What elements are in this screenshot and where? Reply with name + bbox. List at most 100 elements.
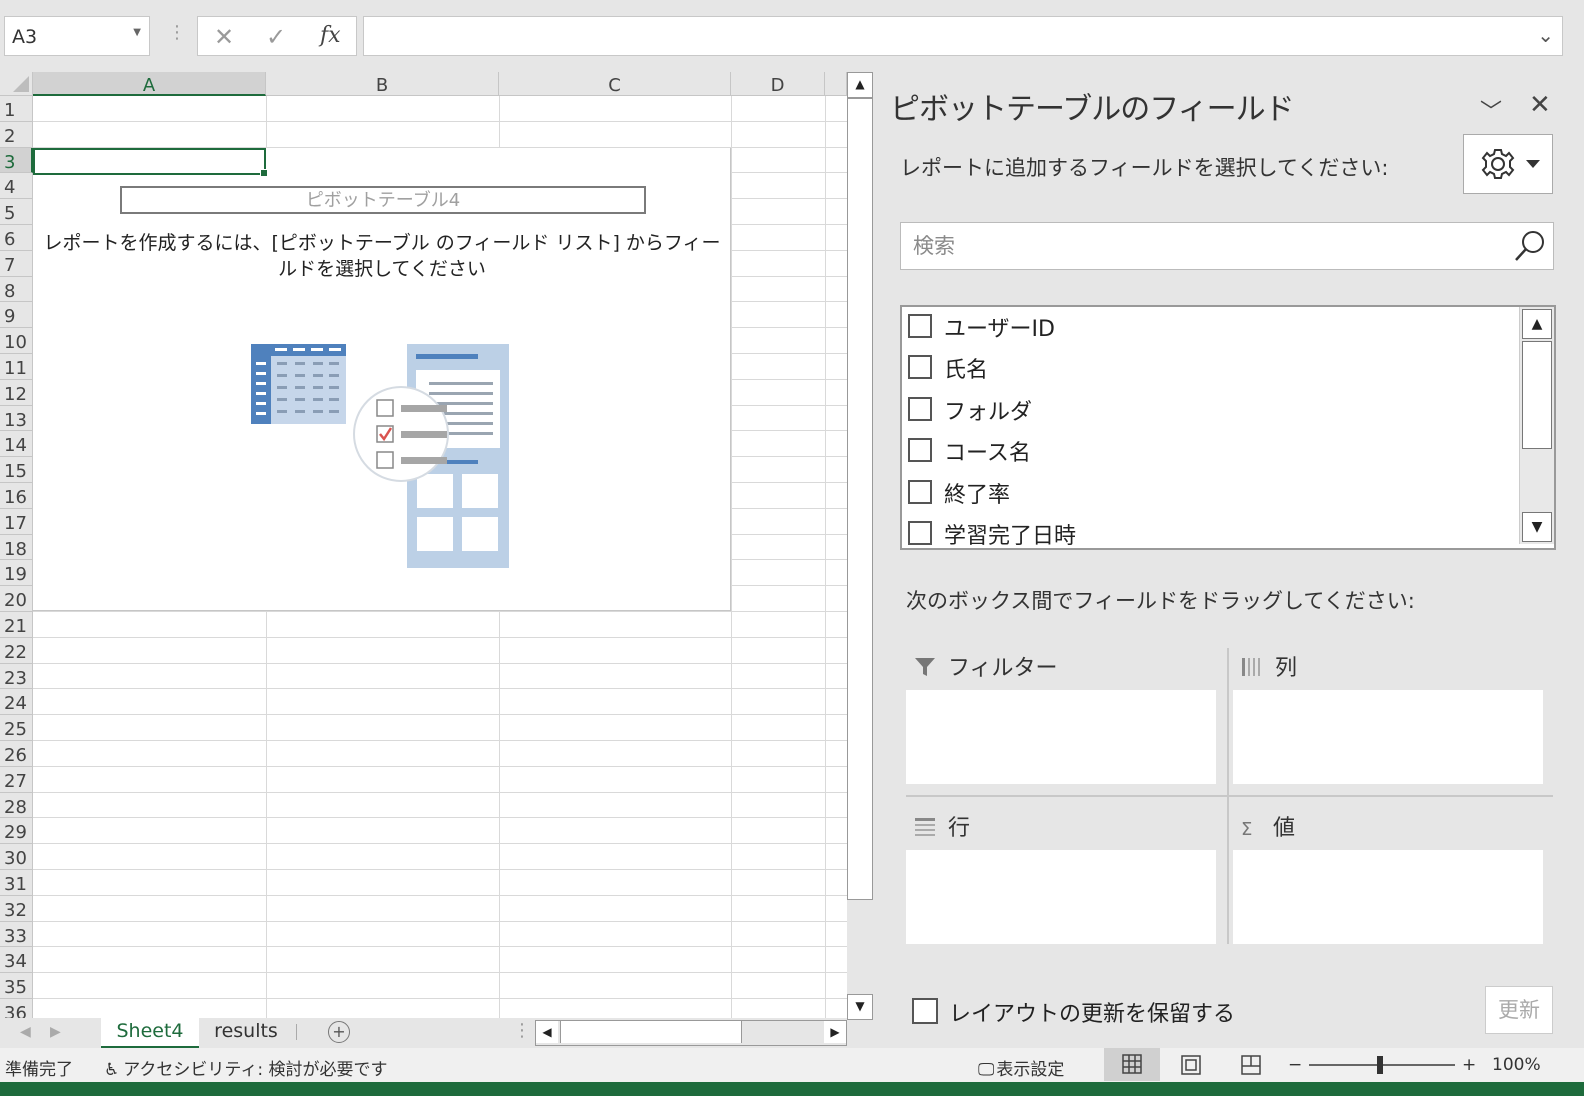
zoom-slider[interactable] — [1309, 1056, 1455, 1074]
row-header-12[interactable]: 12 — [0, 379, 33, 406]
list-scroll-down-icon[interactable]: ▼ — [1522, 512, 1552, 542]
row-header-10[interactable]: 10 — [0, 328, 33, 354]
add-sheet-icon[interactable]: + — [328, 1021, 350, 1043]
field-checkbox[interactable] — [908, 355, 932, 379]
vertical-scroll-thumb[interactable] — [847, 98, 873, 900]
row-header-8[interactable]: 8 — [0, 276, 33, 303]
row-header-21[interactable]: 21 — [0, 612, 33, 638]
row-header-30[interactable]: 30 — [0, 844, 33, 870]
row-header-31[interactable]: 31 — [0, 870, 33, 896]
name-box-dropdown-icon[interactable]: ▼ — [133, 27, 141, 38]
row-header-3[interactable]: 3 — [0, 147, 33, 174]
insert-function-icon[interactable]: fx — [320, 23, 341, 48]
column-header-e[interactable] — [825, 72, 847, 96]
field-settings-button[interactable] — [1463, 134, 1553, 194]
column-header-b[interactable]: B — [266, 72, 499, 96]
accessibility-status[interactable]: ♿ アクセシビリティ: 検討が必要です — [104, 1055, 388, 1080]
row-header-13[interactable]: 13 — [0, 405, 33, 432]
column-header-a[interactable]: A — [33, 72, 266, 96]
columns-drop-zone[interactable] — [1233, 690, 1543, 784]
page-layout-view-icon[interactable] — [1180, 1054, 1202, 1076]
list-scroll-thumb[interactable] — [1522, 341, 1552, 449]
normal-view-button[interactable] — [1104, 1048, 1160, 1081]
row-header-36[interactable]: 36 — [0, 999, 33, 1018]
scroll-left-arrow-icon[interactable]: ◀ — [536, 1021, 558, 1043]
name-box[interactable]: A3 ▼ — [4, 16, 150, 56]
zoom-out-button[interactable]: − — [1288, 1055, 1302, 1075]
row-header-20[interactable]: 20 — [0, 586, 33, 612]
row-header-24[interactable]: 24 — [0, 689, 33, 716]
formula-input[interactable]: ⌄ — [363, 16, 1563, 56]
active-cell-a3[interactable] — [33, 148, 268, 177]
close-icon[interactable]: ✕ — [1529, 90, 1551, 120]
row-header-7[interactable]: 7 — [0, 250, 33, 277]
row-header-25[interactable]: 25 — [0, 715, 33, 741]
field-search-box[interactable] — [900, 222, 1554, 270]
tab-sheet4[interactable]: Sheet4 — [101, 1018, 199, 1049]
row-header-4[interactable]: 4 — [0, 173, 33, 200]
tab-splitter-grip-icon[interactable]: ⋮ — [513, 1020, 531, 1041]
field-checkbox[interactable] — [908, 397, 932, 421]
horizontal-scroll-thumb[interactable] — [560, 1021, 742, 1043]
tab-results[interactable]: results — [203, 1018, 289, 1046]
field-checkbox[interactable] — [908, 521, 932, 545]
list-scroll-up-icon[interactable]: ▲ — [1522, 309, 1552, 339]
row-header-17[interactable]: 17 — [0, 508, 33, 535]
spreadsheet-grid[interactable]: A B C D 1 2 3 4 5 6 7 8 9 10 11 12 13 14 15 16 17 18 19 20 2… — [0, 72, 847, 1018]
scroll-right-arrow-icon[interactable]: ▶ — [824, 1021, 846, 1043]
zoom-level[interactable]: 100% — [1492, 1055, 1541, 1075]
pivot-table-placeholder[interactable]: ピボットテーブル4 レポートを作成するには、[ピボットテーブル のフィールド リ… — [33, 148, 731, 611]
values-drop-zone[interactable] — [1233, 850, 1543, 944]
row-header-29[interactable]: 29 — [0, 818, 33, 845]
search-icon[interactable] — [1513, 229, 1547, 263]
zoom-slider-thumb[interactable] — [1377, 1056, 1383, 1074]
row-header-35[interactable]: 35 — [0, 973, 33, 999]
tab-scroll-right-icon[interactable]: ▶ — [50, 1024, 61, 1040]
field-checkbox[interactable] — [908, 438, 932, 462]
formula-bar-grip-icon[interactable]: ⋮ — [168, 22, 186, 43]
row-header-26[interactable]: 26 — [0, 741, 33, 767]
row-header-14[interactable]: 14 — [0, 431, 33, 458]
row-header-23[interactable]: 23 — [0, 663, 33, 690]
row-header-6[interactable]: 6 — [0, 225, 33, 251]
field-list-scrollbar[interactable]: ▲ ▼ — [1519, 307, 1554, 544]
page-break-view-icon[interactable] — [1240, 1054, 1262, 1076]
select-all-corner[interactable] — [0, 72, 33, 96]
row-header-15[interactable]: 15 — [0, 457, 33, 483]
tab-scroll-left-icon[interactable]: ◀ — [20, 1024, 31, 1040]
expand-formula-bar-icon[interactable]: ⌄ — [1537, 23, 1554, 47]
search-input[interactable] — [911, 232, 1495, 260]
row-header-1[interactable]: 1 — [0, 96, 33, 122]
row-header-5[interactable]: 5 — [0, 199, 33, 225]
column-header-d[interactable]: D — [731, 72, 825, 96]
filter-drop-zone[interactable] — [906, 690, 1216, 784]
vertical-scrollbar[interactable]: ▲ ▼ — [847, 72, 873, 1020]
update-button[interactable]: 更新 — [1485, 986, 1553, 1034]
display-settings-button[interactable]: 🖵 表示設定 — [978, 1055, 1064, 1080]
zoom-in-button[interactable]: + — [1462, 1055, 1476, 1075]
pane-options-chevron-icon[interactable]: ﹀ — [1480, 94, 1502, 126]
field-checkbox[interactable] — [908, 480, 932, 504]
row-header-16[interactable]: 16 — [0, 483, 33, 509]
row-header-27[interactable]: 27 — [0, 766, 33, 793]
row-header-34[interactable]: 34 — [0, 947, 33, 974]
row-header-18[interactable]: 18 — [0, 534, 33, 561]
row-header-32[interactable]: 32 — [0, 895, 33, 922]
column-header-c[interactable]: C — [499, 72, 731, 96]
enter-icon[interactable]: ✓ — [266, 23, 286, 51]
rows-drop-zone[interactable] — [906, 850, 1216, 944]
row-header-19[interactable]: 19 — [0, 560, 33, 587]
row-header-33[interactable]: 33 — [0, 921, 33, 948]
horizontal-scrollbar[interactable]: ◀ ▶ — [535, 1020, 847, 1046]
row-header-28[interactable]: 28 — [0, 792, 33, 819]
defer-layout-checkbox[interactable] — [912, 998, 938, 1024]
row-header-9[interactable]: 9 — [0, 302, 33, 329]
row-header-11[interactable]: 11 — [0, 354, 33, 380]
cancel-icon[interactable]: ✕ — [214, 23, 234, 51]
row-header-22[interactable]: 22 — [0, 637, 33, 664]
field-list[interactable]: ユーザーID 氏名 フォルダ コース名 終了率 学習完了日時 ▲ ▼ — [900, 305, 1556, 550]
row-header-2[interactable]: 2 — [0, 121, 33, 148]
scroll-up-arrow-icon[interactable]: ▲ — [847, 72, 873, 98]
field-checkbox[interactable] — [908, 314, 932, 338]
scroll-down-arrow-icon[interactable]: ▼ — [847, 994, 873, 1020]
